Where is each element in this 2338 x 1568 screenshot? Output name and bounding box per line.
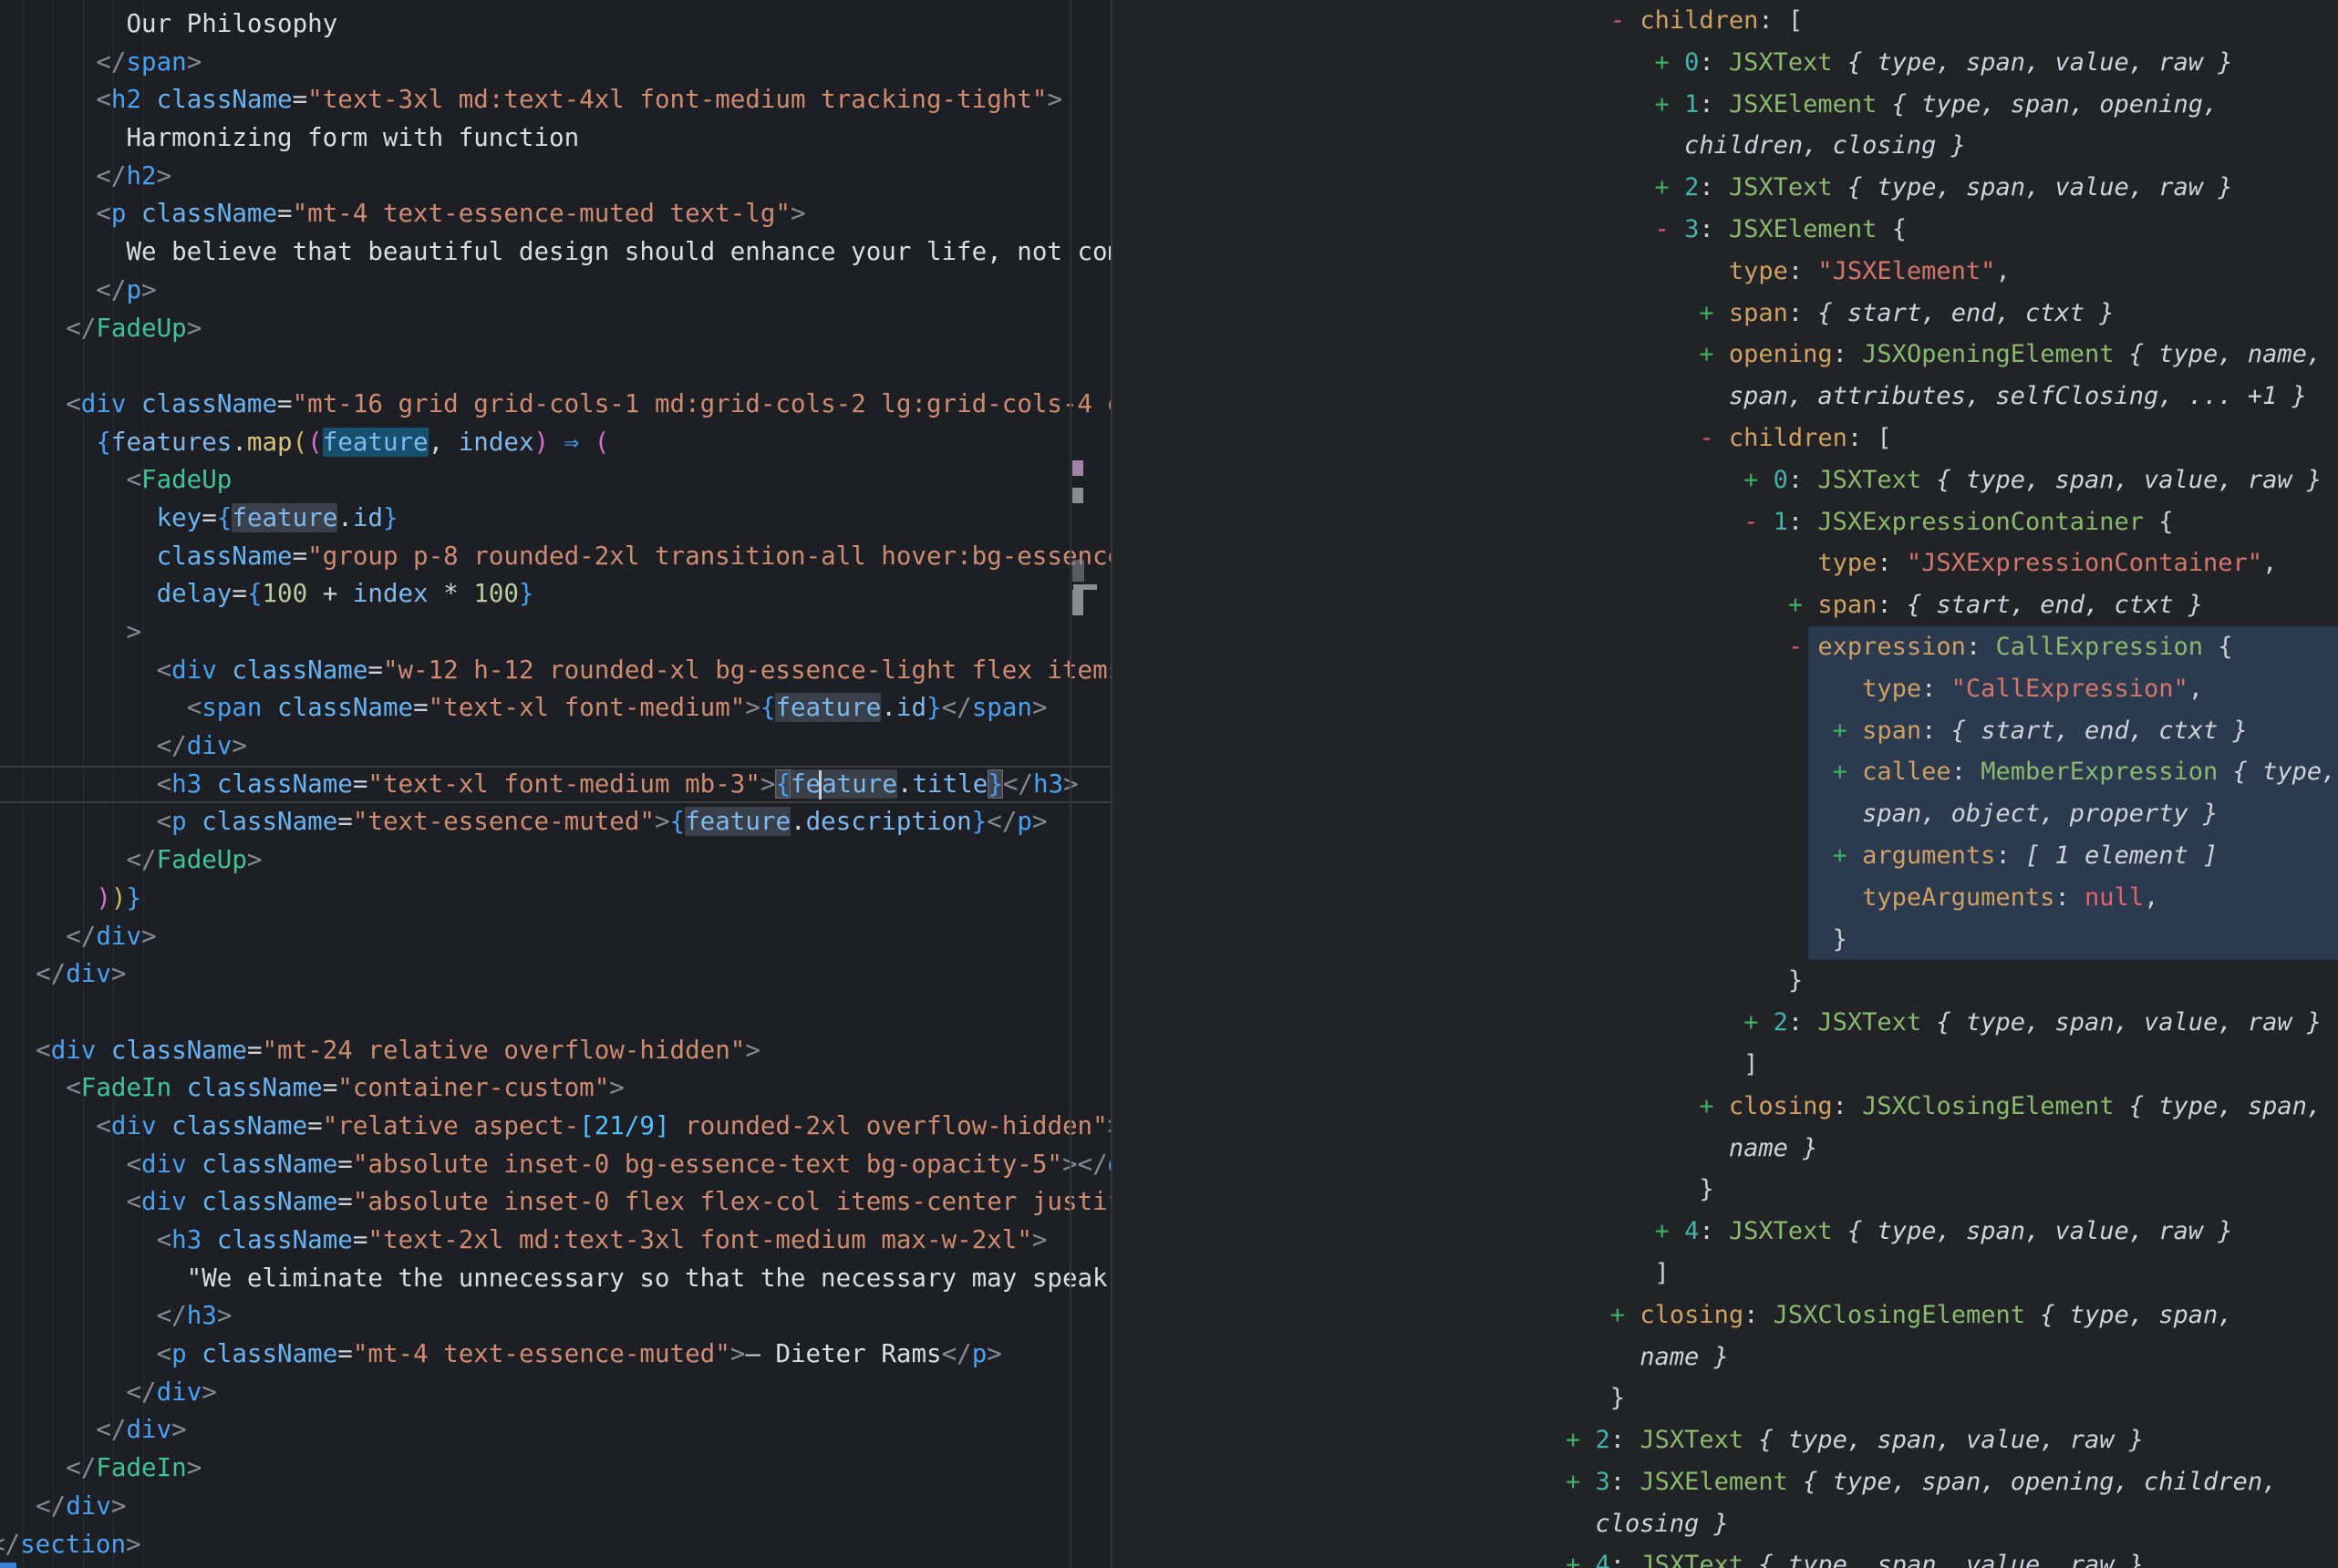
- ast-line[interactable]: - expression: CallExpression {: [1566, 626, 2336, 668]
- code-line[interactable]: <h2 className="text-3xl md:text-4xl font…: [5, 81, 1112, 119]
- ast-line[interactable]: }: [1566, 1377, 2336, 1419]
- code-editor-pane[interactable]: Our Philosophy </span> <h2 className="te…: [0, 0, 1112, 1568]
- ast-line[interactable]: + span: { start, end, ctxt }: [1566, 584, 2336, 626]
- overview-ruler-mark-faded: [1072, 560, 1084, 582]
- ast-line[interactable]: children, closing }: [1566, 125, 2336, 167]
- ast-line[interactable]: + closing: JSXClosingElement { type, spa…: [1566, 1086, 2336, 1128]
- ast-line[interactable]: }: [1566, 1169, 2336, 1211]
- code-line[interactable]: </div>: [5, 1411, 1112, 1449]
- code-line[interactable]: </FadeUp>: [5, 310, 1112, 348]
- code-line[interactable]: className="group p-8 rounded-2xl transit…: [5, 538, 1112, 576]
- ast-line[interactable]: + 1: JSXElement { type, span, opening,: [1566, 84, 2336, 126]
- code-line[interactable]: </FadeIn>: [5, 1449, 1112, 1488]
- ast-line[interactable]: }: [1566, 919, 2336, 961]
- code-line[interactable]: Harmonizing form with function: [5, 119, 1112, 158]
- code-line[interactable]: <p className="text-essence-muted">{featu…: [5, 803, 1112, 841]
- ast-line[interactable]: + span: { start, end, ctxt }: [1566, 710, 2336, 752]
- ast-line[interactable]: name }: [1566, 1128, 2336, 1170]
- ast-line[interactable]: closing }: [1566, 1503, 2336, 1545]
- ast-line[interactable]: span, attributes, selfClosing, ... +1 }: [1566, 376, 2336, 418]
- ast-line[interactable]: type: "JSXElement",: [1566, 251, 2336, 293]
- code-line[interactable]: <div className="relative aspect-[21/9] r…: [5, 1108, 1112, 1146]
- ast-line[interactable]: ]: [1566, 1253, 2336, 1295]
- ast-line[interactable]: - children: [: [1566, 418, 2336, 459]
- code-line[interactable]: </div>: [5, 955, 1112, 994]
- code-line[interactable]: delay={100 + index * 100}: [5, 575, 1112, 614]
- code-line[interactable]: >: [5, 614, 1112, 652]
- panel-divider[interactable]: [1111, 0, 1112, 1568]
- corner-badge-blue: [0, 1563, 16, 1568]
- ast-line[interactable]: typeArguments: null,: [1566, 877, 2336, 919]
- code-line[interactable]: </FadeUp>: [5, 841, 1112, 880]
- code-lines: Our Philosophy </span> <h2 className="te…: [5, 5, 1112, 1563]
- code-line[interactable]: [5, 994, 1112, 1032]
- code-line[interactable]: </div>: [5, 918, 1112, 956]
- code-line[interactable]: <span className="text-xl font-medium">{f…: [5, 689, 1112, 727]
- ast-line[interactable]: type: "CallExpression",: [1566, 668, 2336, 710]
- code-line[interactable]: key={feature.id}: [5, 500, 1112, 538]
- ast-line[interactable]: + arguments: [ 1 element ]: [1566, 835, 2336, 877]
- scrollbar-slider[interactable]: [1072, 590, 1083, 615]
- ast-line[interactable]: span, object, property }: [1566, 793, 2336, 835]
- code-line[interactable]: <div className="mt-24 relative overflow-…: [5, 1032, 1112, 1070]
- code-line[interactable]: {features.map((feature, index) ⇒ (: [5, 424, 1112, 462]
- code-line[interactable]: We believe that beautiful design should …: [5, 233, 1112, 272]
- code-line[interactable]: <h3 className="text-2xl md:text-3xl font…: [5, 1222, 1112, 1260]
- code-line[interactable]: <p className="mt-4 text-essence-muted te…: [5, 195, 1112, 233]
- ast-line[interactable]: + 2: JSXText { type, span, value, raw }: [1566, 167, 2336, 209]
- code-line[interactable]: </div>: [5, 1488, 1112, 1526]
- ast-line[interactable]: + 0: JSXText { type, span, value, raw }: [1566, 459, 2336, 501]
- overview-ruler-mark-mauve: [1072, 460, 1083, 476]
- code-line[interactable]: <div className="w-12 h-12 rounded-xl bg-…: [5, 652, 1112, 690]
- ast-line[interactable]: + 4: JSXText { type, span, value, raw }: [1566, 1544, 2336, 1568]
- overview-ruler-border: [1070, 0, 1071, 1568]
- code-line[interactable]: </div>: [5, 727, 1112, 766]
- code-line[interactable]: <FadeIn className="container-custom">: [5, 1069, 1112, 1108]
- code-line[interactable]: "We eliminate the unnecessary so that th…: [5, 1260, 1112, 1298]
- code-line[interactable]: </span>: [5, 44, 1112, 82]
- ast-line[interactable]: + 2: JSXText { type, span, value, raw }: [1566, 1419, 2336, 1461]
- code-line[interactable]: <div className="mt-16 grid grid-cols-1 m…: [5, 386, 1112, 424]
- ast-line[interactable]: + callee: MemberExpression { type,: [1566, 751, 2336, 793]
- code-line[interactable]: [5, 347, 1112, 386]
- code-line[interactable]: </h3>: [5, 1297, 1112, 1336]
- code-line[interactable]: <FadeUp: [5, 461, 1112, 500]
- ast-line[interactable]: + span: { start, end, ctxt }: [1566, 293, 2336, 335]
- code-line[interactable]: </div>: [5, 1374, 1112, 1412]
- ast-line[interactable]: }: [1566, 960, 2336, 1002]
- ast-line[interactable]: + opening: JSXOpeningElement { type, nam…: [1566, 334, 2336, 376]
- ast-lines: - children: [ + 0: JSXText { type, span,…: [1566, 0, 2336, 1568]
- ast-line[interactable]: ]: [1566, 1044, 2336, 1086]
- ast-line[interactable]: + closing: JSXClosingElement { type, spa…: [1566, 1295, 2336, 1336]
- ast-line[interactable]: + 4: JSXText { type, span, value, raw }: [1566, 1211, 2336, 1253]
- code-line[interactable]: Our Philosophy: [5, 5, 1112, 44]
- code-line[interactable]: <h3 className="text-xl font-medium mb-3"…: [5, 766, 1112, 804]
- ast-line[interactable]: name }: [1566, 1336, 2336, 1378]
- ast-line[interactable]: type: "JSXExpressionContainer",: [1566, 542, 2336, 584]
- code-line[interactable]: </p>: [5, 272, 1112, 310]
- ast-tree-panel[interactable]: - children: [ + 0: JSXText { type, span,…: [1112, 0, 2338, 1568]
- code-line[interactable]: <div className="absolute inset-0 flex fl…: [5, 1183, 1112, 1222]
- code-line[interactable]: <p className="mt-4 text-essence-muted">—…: [5, 1336, 1112, 1374]
- ast-line[interactable]: - 3: JSXElement {: [1566, 209, 2336, 251]
- ast-line[interactable]: + 0: JSXText { type, span, value, raw }: [1566, 42, 2336, 84]
- ast-line[interactable]: - 1: JSXExpressionContainer {: [1566, 501, 2336, 543]
- overview-ruler-mark-gray: [1072, 488, 1083, 503]
- code-line[interactable]: </h2>: [5, 158, 1112, 196]
- ast-line[interactable]: + 3: JSXElement { type, span, opening, c…: [1566, 1461, 2336, 1503]
- ast-line[interactable]: + 2: JSXText { type, span, value, raw }: [1566, 1002, 2336, 1044]
- code-line[interactable]: </section>: [0, 1526, 1112, 1564]
- code-line[interactable]: <div className="absolute inset-0 bg-esse…: [5, 1146, 1112, 1184]
- code-line[interactable]: ))}: [5, 880, 1112, 918]
- ast-line[interactable]: - children: [: [1566, 0, 2336, 42]
